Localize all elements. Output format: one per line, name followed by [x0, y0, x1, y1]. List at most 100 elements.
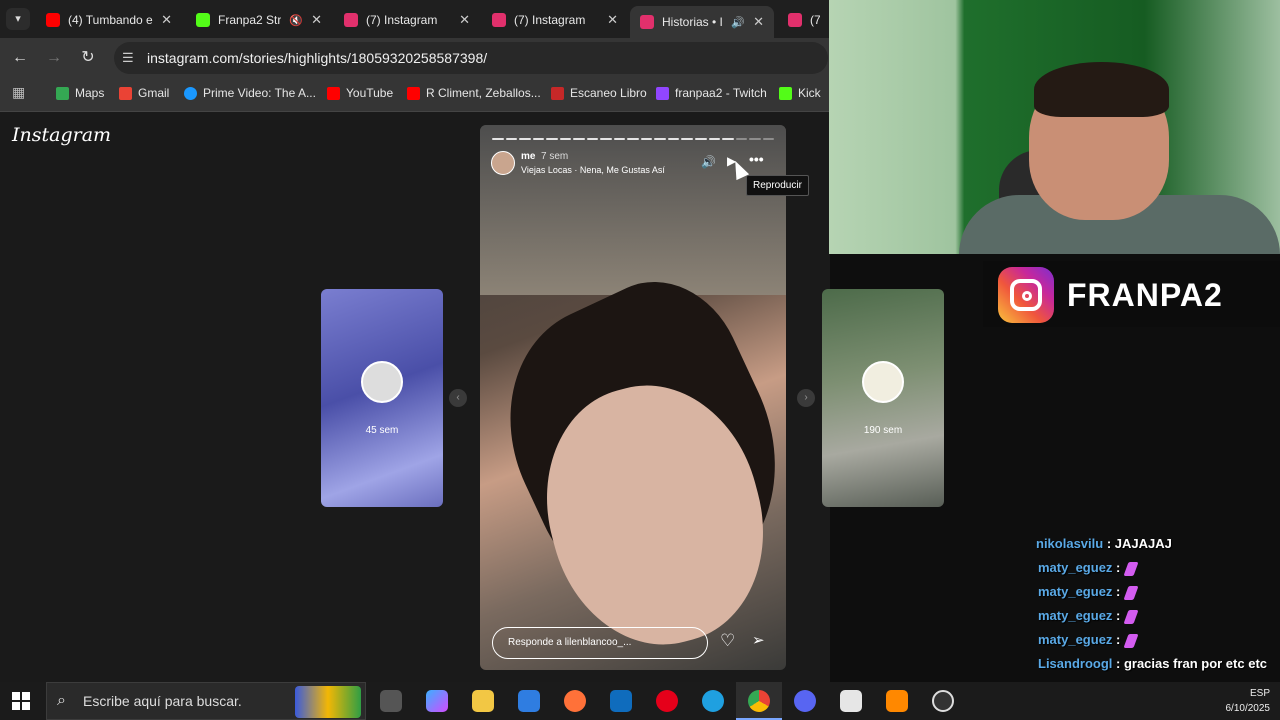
tab-3[interactable]: (7) Instagram ✕: [334, 6, 480, 34]
heart-icon[interactable]: ♡: [720, 631, 735, 651]
send-icon[interactable]: ➢: [752, 631, 765, 649]
chat-username[interactable]: Lisandroogl: [1038, 656, 1112, 671]
capcut-icon[interactable]: [840, 690, 862, 712]
progress-segment: [749, 138, 761, 140]
windows-start-icon[interactable]: [12, 692, 30, 710]
firefox-icon[interactable]: [564, 690, 586, 712]
address-bar: ← → ↻ ☰ instagram.com/stories/highlights…: [0, 38, 830, 78]
instagram-icon: [788, 13, 802, 27]
instagram-logo[interactable]: Instagram: [12, 124, 111, 146]
bookmark-escaneo-libro[interactable]: Escaneo Libro: [551, 86, 647, 100]
chat-username[interactable]: nikolasvilu: [1036, 536, 1103, 551]
story-song[interactable]: Viejas Locas · Nena, Me Gustas Así: [521, 165, 665, 175]
story-username[interactable]: me: [521, 151, 535, 162]
apps-icon[interactable]: ▦: [12, 84, 25, 101]
chat-username[interactable]: maty_eguez: [1038, 560, 1112, 575]
opera-icon[interactable]: [656, 690, 678, 712]
task-view-icon[interactable]: [380, 690, 402, 712]
progress-segment: [627, 138, 639, 140]
forward-icon[interactable]: →: [44, 48, 64, 68]
close-icon[interactable]: ✕: [161, 12, 172, 28]
bookmark-label: YouTube: [346, 86, 394, 100]
webcam-hair: [1034, 62, 1169, 117]
prev-story-card[interactable]: 45 sem: [321, 289, 443, 507]
bookmark-label: Escaneo Libro: [570, 86, 647, 100]
copilot-icon[interactable]: [426, 690, 448, 712]
avatar[interactable]: [491, 151, 515, 175]
bookmark-kick[interactable]: Kick: [779, 86, 821, 100]
chat-message: nikolasvilu : JAJAJAJ: [1036, 536, 1172, 551]
tab-2[interactable]: Franpa2 Stre 🔇 ✕: [186, 6, 332, 34]
search-highlight-image: [295, 686, 361, 718]
close-icon[interactable]: ✕: [459, 12, 470, 28]
instagram-icon: [492, 13, 506, 27]
bookmark-r-climent[interactable]: R Climent, Zeballos...: [407, 86, 541, 100]
bookmark-twitch[interactable]: franpaa2 - Twitch: [656, 86, 767, 100]
bookmark-prime-video[interactable]: Prime Video: The A...: [184, 86, 316, 100]
tab-6[interactable]: (7) I: [778, 6, 830, 34]
instagram-icon: [998, 267, 1054, 323]
chat-username[interactable]: maty_eguez: [1038, 632, 1112, 647]
bookmark-maps[interactable]: Maps: [56, 86, 104, 100]
progress-segment: [667, 138, 680, 140]
prev-arrow-icon[interactable]: ‹: [449, 389, 467, 407]
bookmark-gmail[interactable]: Gmail: [119, 86, 169, 100]
chat-text: : gracias fran por etc etc: [1112, 656, 1268, 671]
url-field[interactable]: ☰ instagram.com/stories/highlights/18059…: [114, 42, 828, 74]
progress-segment: [586, 138, 599, 140]
progress-segment: [735, 138, 748, 140]
progress-segment: [546, 138, 558, 140]
site-info-icon[interactable]: ☰: [122, 42, 134, 74]
bookmark-label: Gmail: [138, 86, 170, 100]
chat-message: maty_eguez :: [1038, 632, 1139, 648]
muted-icon[interactable]: 🔇: [289, 14, 303, 27]
close-icon[interactable]: ✕: [311, 12, 322, 28]
file-explorer-icon[interactable]: [472, 690, 494, 712]
story-viewer[interactable]: me 7 sem Viejas Locas · Nena, Me Gustas …: [480, 125, 786, 670]
close-icon[interactable]: ✕: [753, 14, 764, 30]
speaker-icon[interactable]: 🔊: [701, 155, 716, 169]
tab-5-active[interactable]: Historias • In 🔊 ✕: [630, 6, 774, 38]
tab-label: (7) Instagram: [366, 13, 438, 27]
bookmark-youtube[interactable]: YouTube: [327, 86, 393, 100]
vlc-icon[interactable]: [886, 690, 908, 712]
reload-icon[interactable]: ↻: [78, 48, 98, 68]
speaker-icon[interactable]: 🔊: [731, 16, 745, 29]
edge-icon[interactable]: [702, 690, 724, 712]
tab-4[interactable]: (7) Instagram ✕: [482, 6, 628, 34]
discord-icon[interactable]: [794, 690, 816, 712]
chat-message: maty_eguez :: [1038, 560, 1139, 576]
tab-1[interactable]: (4) Tumbando el ✕: [36, 6, 182, 34]
progress-segment: [654, 138, 666, 140]
bookmark-label: R Climent, Zeballos...: [426, 86, 541, 100]
screen: ▾ (4) Tumbando el ✕ Franpa2 Stre 🔇 ✕ (7)…: [0, 0, 1280, 720]
language-indicator[interactable]: ESP: [1226, 686, 1270, 701]
clock-date[interactable]: 6/10/2025: [1226, 701, 1271, 716]
kick-icon: [196, 13, 210, 27]
back-icon[interactable]: ←: [10, 48, 30, 68]
tab-bar: ▾ (4) Tumbando el ✕ Franpa2 Stre 🔇 ✕ (7)…: [0, 0, 830, 38]
chat-message: Lisandroogl : gracias fran por etc etc: [1038, 656, 1267, 671]
taskbar-search[interactable]: ⌕ Escribe aquí para buscar.: [46, 682, 366, 720]
book-icon: [551, 86, 564, 100]
progress-segment: [694, 138, 707, 140]
store-icon[interactable]: [518, 690, 540, 712]
next-story-card[interactable]: 190 sem: [822, 289, 944, 507]
tab-label: Franpa2 Stre: [218, 13, 282, 27]
close-icon[interactable]: ✕: [607, 12, 618, 28]
bookmarks-bar: ▦ Maps Gmail Prime Video: The A... YouTu…: [0, 78, 830, 112]
obs-icon[interactable]: [932, 690, 954, 712]
tab-search-button[interactable]: ▾: [6, 8, 30, 30]
reply-input[interactable]: Responde a lilenblancoo_...: [492, 627, 708, 659]
chrome-icon[interactable]: [748, 690, 770, 712]
youtube-icon: [327, 86, 340, 100]
more-options-icon[interactable]: •••: [749, 151, 764, 167]
outlook-icon[interactable]: [610, 690, 632, 712]
bookmark-label: Kick: [798, 86, 821, 100]
instagram-stories-page: Instagram 45 sem ‹ me 7 sem Viejas Locas…: [0, 112, 944, 682]
progress-segment: [722, 138, 734, 140]
next-arrow-icon[interactable]: ›: [797, 389, 815, 407]
system-tray: ESP 6/10/2025: [1226, 686, 1271, 716]
chat-username[interactable]: maty_eguez: [1038, 608, 1112, 623]
chat-username[interactable]: maty_eguez: [1038, 584, 1112, 599]
